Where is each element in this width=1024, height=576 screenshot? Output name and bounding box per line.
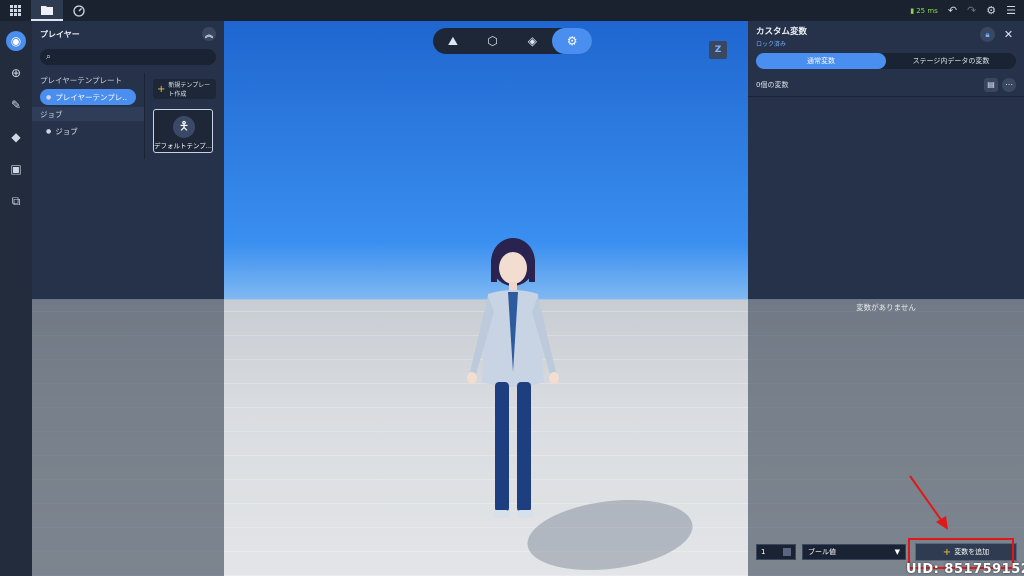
plus-icon: + (157, 83, 166, 95)
viewport-toolbar: ⛰ ⬡ ◈ ⚙ (433, 28, 592, 54)
cube-tool-button[interactable]: ◈ (513, 28, 553, 54)
tab-folder[interactable] (31, 0, 63, 21)
close-icon: ✕ (1003, 28, 1014, 41)
add-variable-button[interactable]: + 変数を追加 (915, 543, 1017, 561)
cube-icon: ◈ (527, 34, 537, 48)
variable-type-select[interactable]: ブール値 ▼ (802, 544, 906, 560)
add-variable-row: 1 ブール値 ▼ + 変数を追加 (756, 543, 1017, 561)
annotation-arrow-icon (909, 475, 948, 530)
rail-player-button[interactable]: ◉ (6, 31, 26, 51)
top-bar: ▮ 25 ms ↶ ↷ ⚙ ☰ (0, 0, 1024, 21)
undo-icon[interactable]: ↶ (948, 5, 957, 16)
rail-layers-button[interactable]: ⧉ (6, 191, 26, 211)
template-tile-default[interactable]: 🯅 デフォルトテンプ... (153, 109, 213, 153)
top-right-controls: ▮ 25 ms ↶ ↷ ⚙ ☰ (910, 0, 1024, 21)
variable-type-tabs: 通常変数 ステージ内データの変数 (756, 53, 1016, 69)
collapse-button[interactable]: ︽ (202, 27, 216, 41)
quantity-value: 1 (761, 548, 766, 556)
variable-type-value: ブール値 (808, 548, 836, 556)
rail-tag-button[interactable]: ◆ (6, 127, 26, 147)
more-button[interactable]: ⋯ (1002, 77, 1016, 92)
quantity-input[interactable]: 1 (756, 544, 796, 560)
uid-label: UID: 851759152 (906, 562, 1024, 576)
player-panel: プレイヤー ︽ ⌕ プレイヤーテンプレート ● プレイヤーテンプレ.. ジョブ … (32, 21, 224, 299)
lock-icon: 🔒︎ (985, 29, 990, 39)
new-template-button[interactable]: + 新規テンプレート作成 (153, 79, 216, 99)
person-icon: 🯅 (173, 116, 195, 138)
tag-icon: ◆ (11, 130, 21, 144)
bullet-icon: ● (46, 93, 52, 101)
settings-tool-button[interactable]: ⚙ (552, 28, 592, 54)
tree-category-player-template[interactable]: プレイヤーテンプレート (32, 73, 144, 87)
player-panel-header: プレイヤー ︽ (32, 21, 224, 47)
variable-count-row: 0個の変数 ▤ ⋯ (748, 73, 1024, 97)
tree-item-job[interactable]: ● ジョブ (40, 123, 136, 139)
tree-item-label: ジョブ (55, 126, 78, 136)
layers-icon: ⧉ (11, 193, 21, 208)
network-ping: ▮ 25 ms (910, 7, 937, 15)
template-tiles: + 新規テンプレート作成 🯅 デフォルトテンプ... (144, 73, 224, 159)
left-icon-rail: ◉ ⊕ ✎ ◆ ▣ ⧉ (0, 21, 32, 576)
lock-button[interactable]: 🔒︎ (980, 27, 995, 42)
search-icon: ⌕ (46, 52, 52, 62)
custom-variables-panel: カスタム変数 ロック済み 🔒︎ ✕ 通常変数 ステージ内データの変数 0個の変数… (748, 21, 1024, 299)
dropdown-arrow-icon: ▼ (894, 548, 900, 556)
panel-title: プレイヤー (40, 29, 80, 39)
more-icon: ⋯ (1005, 80, 1013, 89)
add-entity-icon: ⊕ (10, 66, 22, 80)
ping-value: 25 ms (916, 6, 938, 15)
template-tree: プレイヤーテンプレート ● プレイヤーテンプレ.. ジョブ ● ジョブ (32, 73, 144, 159)
import-icon: ▣ (10, 162, 22, 176)
tab-normal-variables[interactable]: 通常変数 (756, 53, 886, 69)
terrain-icon: ⛰ (447, 33, 458, 48)
gauge-icon (73, 4, 85, 17)
tab-stage-data-variables[interactable]: ステージ内データの変数 (886, 53, 1016, 69)
close-button[interactable]: ✕ (1001, 27, 1016, 42)
signal-icon: ▮ (910, 6, 915, 15)
panel-title: カスタム変数 (756, 27, 808, 37)
tool-icon: ✎ (10, 98, 22, 112)
sliders-icon[interactable]: ☰ (1006, 5, 1016, 16)
tree-category-job[interactable]: ジョブ (32, 107, 144, 121)
tree-item-label: プレイヤーテンプレ.. (55, 92, 128, 102)
save-icon: ▤ (987, 80, 995, 89)
chevron-up-icon: ︽ (205, 29, 213, 39)
add-variable-label: 変数を追加 (954, 548, 990, 556)
new-template-label: 新規テンプレート作成 (168, 82, 211, 98)
tab-gauge[interactable] (63, 0, 95, 21)
folder-icon (41, 5, 53, 15)
player-icon: ◉ (10, 34, 22, 48)
character-model[interactable] (448, 232, 578, 532)
object-icon: ⬡ (487, 34, 498, 48)
search-input[interactable]: ⌕ (40, 49, 216, 65)
app-grid-icon[interactable] (0, 0, 31, 21)
z-badge[interactable]: Z (709, 41, 727, 59)
rail-import-button[interactable]: ▣ (6, 159, 26, 179)
custom-variables-header: カスタム変数 ロック済み 🔒︎ ✕ (748, 21, 1024, 51)
settings-icon[interactable]: ⚙ (986, 5, 996, 16)
rail-tool-button[interactable]: ✎ (6, 95, 26, 115)
rail-add-entity-button[interactable]: ⊕ (6, 63, 26, 83)
variable-count: 0個の変数 (756, 80, 789, 89)
player-panel-body: プレイヤーテンプレート ● プレイヤーテンプレ.. ジョブ ● ジョブ + 新規… (32, 73, 224, 159)
plus-icon: + (942, 546, 952, 558)
tree-item-player-template[interactable]: ● プレイヤーテンプレ.. (40, 89, 136, 105)
redo-icon[interactable]: ↷ (967, 5, 976, 16)
bullet-icon: ● (46, 127, 52, 135)
lock-status: ロック済み (756, 41, 787, 48)
terrain-tool-button[interactable]: ⛰ (433, 28, 473, 54)
save-button[interactable]: ▤ (984, 77, 998, 92)
empty-message: 変数がありません (856, 303, 916, 312)
tile-label: デフォルトテンプ... (154, 142, 212, 150)
stepper-icon (783, 548, 791, 556)
settings-gear-icon: ⚙ (566, 34, 578, 48)
object-tool-button[interactable]: ⬡ (473, 28, 513, 54)
